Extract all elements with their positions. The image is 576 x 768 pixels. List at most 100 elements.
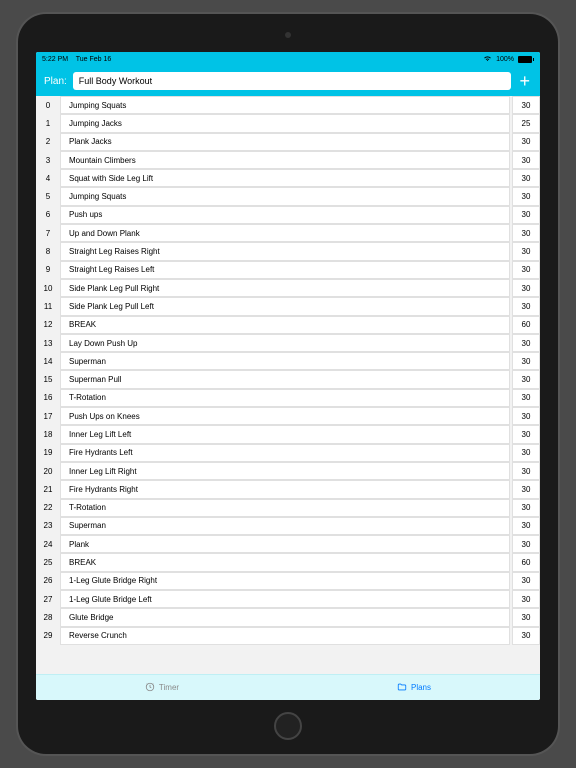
exercise-duration-cell[interactable]: 30 bbox=[512, 462, 540, 480]
exercise-name-cell[interactable]: Up and Down Plank bbox=[60, 224, 510, 242]
exercise-duration-cell[interactable]: 30 bbox=[512, 480, 540, 498]
exercise-name-cell[interactable]: Inner Leg Lift Left bbox=[60, 425, 510, 443]
exercise-duration-cell[interactable]: 30 bbox=[512, 261, 540, 279]
exercise-row[interactable]: 18Inner Leg Lift Left30 bbox=[36, 425, 540, 443]
exercise-row[interactable]: 3Mountain Climbers30 bbox=[36, 151, 540, 169]
exercise-row[interactable]: 4Squat with Side Leg Lift30 bbox=[36, 169, 540, 187]
add-button[interactable]: + bbox=[517, 72, 532, 90]
exercise-name-cell[interactable]: Side Plank Leg Pull Left bbox=[60, 297, 510, 315]
exercise-duration-cell[interactable]: 30 bbox=[512, 279, 540, 297]
row-index: 1 bbox=[36, 119, 60, 128]
exercise-row[interactable]: 21Fire Hydrants Right30 bbox=[36, 480, 540, 498]
home-button[interactable] bbox=[274, 712, 302, 740]
exercise-duration-cell[interactable]: 25 bbox=[512, 114, 540, 132]
exercise-duration-cell[interactable]: 30 bbox=[512, 334, 540, 352]
exercise-row[interactable]: 8Straight Leg Raises Right30 bbox=[36, 242, 540, 260]
exercise-name-cell[interactable]: Lay Down Push Up bbox=[60, 334, 510, 352]
exercise-row[interactable]: 17Push Ups on Knees30 bbox=[36, 407, 540, 425]
exercise-duration-cell[interactable]: 30 bbox=[512, 590, 540, 608]
exercise-name-cell[interactable]: Jumping Jacks bbox=[60, 114, 510, 132]
exercise-name-cell[interactable]: BREAK bbox=[60, 553, 510, 571]
exercise-duration-cell[interactable]: 30 bbox=[512, 133, 540, 151]
exercise-name-cell[interactable]: Superman bbox=[60, 352, 510, 370]
exercise-name-cell[interactable]: Straight Leg Raises Right bbox=[60, 242, 510, 260]
exercise-row[interactable]: 15Superman Pull30 bbox=[36, 370, 540, 388]
exercise-duration-cell[interactable]: 60 bbox=[512, 553, 540, 571]
exercise-list[interactable]: 0Jumping Squats301Jumping Jacks252Plank … bbox=[36, 96, 540, 674]
exercise-row[interactable]: 22T-Rotation30 bbox=[36, 499, 540, 517]
exercise-row[interactable]: 7Up and Down Plank30 bbox=[36, 224, 540, 242]
exercise-name-cell[interactable]: Mountain Climbers bbox=[60, 151, 510, 169]
row-index: 27 bbox=[36, 595, 60, 604]
exercise-row[interactable]: 20Inner Leg Lift Right30 bbox=[36, 462, 540, 480]
exercise-name-cell[interactable]: T-Rotation bbox=[60, 389, 510, 407]
plan-name-input[interactable] bbox=[73, 72, 512, 90]
exercise-row[interactable]: 25BREAK60 bbox=[36, 553, 540, 571]
exercise-duration-cell[interactable]: 30 bbox=[512, 370, 540, 388]
exercise-row[interactable]: 24Plank30 bbox=[36, 535, 540, 553]
exercise-name-cell[interactable]: Glute Bridge bbox=[60, 608, 510, 626]
device-frame: 5:22 PM Tue Feb 16 100% Plan: + 0Jumping… bbox=[18, 14, 558, 754]
exercise-duration-cell[interactable]: 30 bbox=[512, 352, 540, 370]
exercise-row[interactable]: 13Lay Down Push Up30 bbox=[36, 334, 540, 352]
status-right: 100% bbox=[483, 55, 534, 64]
exercise-name-cell[interactable]: Fire Hydrants Left bbox=[60, 444, 510, 462]
exercise-duration-cell[interactable]: 30 bbox=[512, 224, 540, 242]
exercise-row[interactable]: 271-Leg Glute Bridge Left30 bbox=[36, 590, 540, 608]
exercise-duration-cell[interactable]: 30 bbox=[512, 425, 540, 443]
exercise-duration-cell[interactable]: 30 bbox=[512, 444, 540, 462]
exercise-name-cell[interactable]: Squat with Side Leg Lift bbox=[60, 169, 510, 187]
exercise-row[interactable]: 0Jumping Squats30 bbox=[36, 96, 540, 114]
exercise-duration-cell[interactable]: 30 bbox=[512, 499, 540, 517]
exercise-row[interactable]: 11Side Plank Leg Pull Left30 bbox=[36, 297, 540, 315]
exercise-duration-cell[interactable]: 30 bbox=[512, 187, 540, 205]
exercise-row[interactable]: 16T-Rotation30 bbox=[36, 389, 540, 407]
exercise-row[interactable]: 28Glute Bridge30 bbox=[36, 608, 540, 626]
exercise-duration-cell[interactable]: 30 bbox=[512, 535, 540, 553]
exercise-name-cell[interactable]: Superman Pull bbox=[60, 370, 510, 388]
exercise-duration-cell[interactable]: 30 bbox=[512, 389, 540, 407]
exercise-name-cell[interactable]: 1-Leg Glute Bridge Left bbox=[60, 590, 510, 608]
exercise-name-cell[interactable]: 1-Leg Glute Bridge Right bbox=[60, 572, 510, 590]
exercise-duration-cell[interactable]: 30 bbox=[512, 517, 540, 535]
tab-plans[interactable]: Plans bbox=[288, 675, 540, 700]
exercise-duration-cell[interactable]: 30 bbox=[512, 297, 540, 315]
exercise-row[interactable]: 12BREAK60 bbox=[36, 316, 540, 334]
exercise-row[interactable]: 23Superman30 bbox=[36, 517, 540, 535]
exercise-row[interactable]: 29Reverse Crunch30 bbox=[36, 627, 540, 645]
exercise-name-cell[interactable]: Push Ups on Knees bbox=[60, 407, 510, 425]
exercise-row[interactable]: 5Jumping Squats30 bbox=[36, 187, 540, 205]
exercise-row[interactable]: 14Superman30 bbox=[36, 352, 540, 370]
exercise-row[interactable]: 1Jumping Jacks25 bbox=[36, 114, 540, 132]
exercise-name-cell[interactable]: Inner Leg Lift Right bbox=[60, 462, 510, 480]
exercise-row[interactable]: 10Side Plank Leg Pull Right30 bbox=[36, 279, 540, 297]
exercise-name-cell[interactable]: Superman bbox=[60, 517, 510, 535]
exercise-name-cell[interactable]: Jumping Squats bbox=[60, 96, 510, 114]
exercise-row[interactable]: 19Fire Hydrants Left30 bbox=[36, 444, 540, 462]
exercise-row[interactable]: 6Push ups30 bbox=[36, 206, 540, 224]
exercise-name-cell[interactable]: Side Plank Leg Pull Right bbox=[60, 279, 510, 297]
exercise-name-cell[interactable]: Fire Hydrants Right bbox=[60, 480, 510, 498]
exercise-duration-cell[interactable]: 30 bbox=[512, 242, 540, 260]
exercise-duration-cell[interactable]: 30 bbox=[512, 206, 540, 224]
exercise-duration-cell[interactable]: 60 bbox=[512, 316, 540, 334]
exercise-row[interactable]: 9Straight Leg Raises Left30 bbox=[36, 261, 540, 279]
exercise-name-cell[interactable]: T-Rotation bbox=[60, 499, 510, 517]
exercise-name-cell[interactable]: Plank Jacks bbox=[60, 133, 510, 151]
tab-timer[interactable]: Timer bbox=[36, 675, 288, 700]
exercise-duration-cell[interactable]: 30 bbox=[512, 169, 540, 187]
exercise-name-cell[interactable]: Push ups bbox=[60, 206, 510, 224]
exercise-duration-cell[interactable]: 30 bbox=[512, 407, 540, 425]
exercise-row[interactable]: 261-Leg Glute Bridge Right30 bbox=[36, 572, 540, 590]
exercise-name-cell[interactable]: Plank bbox=[60, 535, 510, 553]
exercise-name-cell[interactable]: Straight Leg Raises Left bbox=[60, 261, 510, 279]
exercise-name-cell[interactable]: Reverse Crunch bbox=[60, 627, 510, 645]
exercise-name-cell[interactable]: BREAK bbox=[60, 316, 510, 334]
exercise-duration-cell[interactable]: 30 bbox=[512, 572, 540, 590]
exercise-duration-cell[interactable]: 30 bbox=[512, 151, 540, 169]
exercise-duration-cell[interactable]: 30 bbox=[512, 608, 540, 626]
exercise-name-cell[interactable]: Jumping Squats bbox=[60, 187, 510, 205]
exercise-row[interactable]: 2Plank Jacks30 bbox=[36, 133, 540, 151]
exercise-duration-cell[interactable]: 30 bbox=[512, 96, 540, 114]
exercise-duration-cell[interactable]: 30 bbox=[512, 627, 540, 645]
